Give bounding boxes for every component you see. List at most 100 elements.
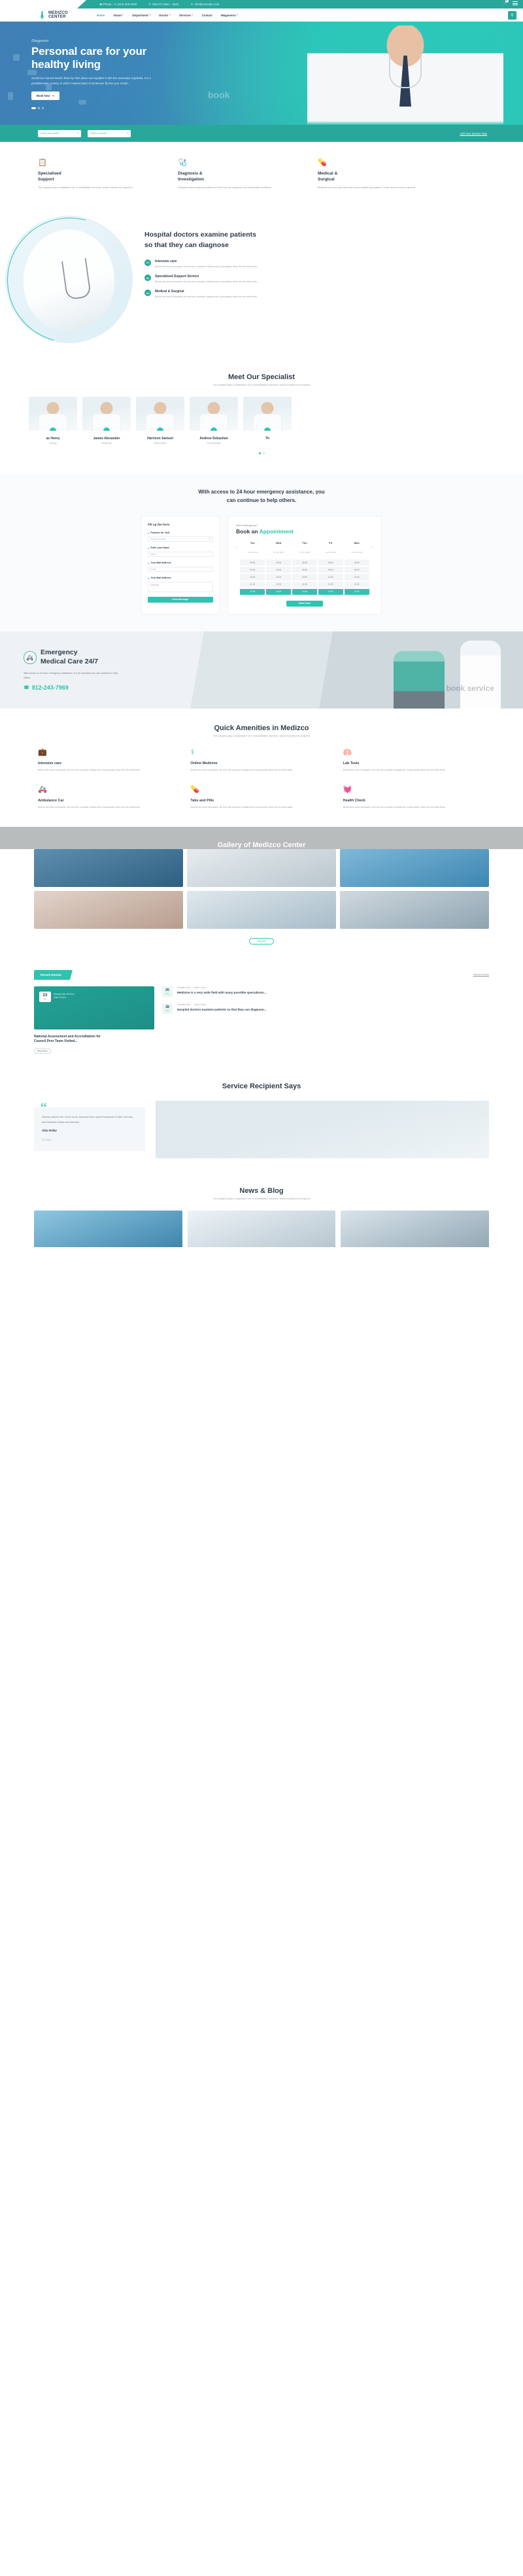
time-slot[interactable]: 11:30 [240, 581, 265, 588]
cart-icon[interactable]: 🛒 0 [503, 0, 509, 6]
time-slot-selected[interactable]: 12:30 [318, 588, 343, 595]
time-slot[interactable]: 12:00 [266, 581, 292, 588]
gallery-tile-nurse-with-patient[interactable] [340, 890, 489, 929]
time-slot[interactable]: 08:30 [292, 559, 317, 566]
time-slot[interactable]: 09:00 [266, 559, 292, 566]
service-card-medical-surgical[interactable]: 💊 Medical & Surgical Medicine is a very … [318, 159, 442, 190]
doctor-card[interactable]: + James Alexander Radiology [82, 397, 131, 444]
nav-item-doctor[interactable]: Doctor [159, 14, 171, 17]
gallery-view-all-button[interactable]: View All [249, 937, 274, 945]
doctor-card[interactable]: + as Henry rdiology [29, 397, 77, 444]
time-slot[interactable]: 08:30 [318, 559, 343, 566]
news-card[interactable] [187, 1210, 336, 1247]
amenity-tabs-and-pills[interactable]: 💊 Tabs and Pills Behind the word mountai… [190, 786, 332, 809]
time-slot[interactable]: 10:30 [318, 574, 343, 580]
hero-dot-1[interactable] [31, 107, 36, 109]
medical-kit-icon: 💊 [318, 159, 327, 167]
specialists-dot-1[interactable] [258, 452, 261, 455]
nav-item-contact[interactable]: Contact [201, 14, 212, 17]
featured-event-read-more-button[interactable]: Read More [34, 1048, 51, 1054]
search-name-input[interactable]: Enter your name [38, 129, 81, 137]
nav-item-department[interactable]: Department [132, 14, 151, 17]
search-icon[interactable]: ⚲ [508, 11, 516, 20]
specialists-pagination[interactable] [0, 452, 523, 455]
news-card[interactable] [341, 1210, 489, 1247]
plus-icon[interactable]: + [50, 427, 56, 431]
send-message-button[interactable]: Send Message [148, 596, 213, 603]
chevron-right-icon[interactable]: › [372, 541, 373, 550]
hero-dot-3[interactable] [42, 107, 44, 109]
doctor-card[interactable]: + Andrew Sebastian Dermatologist [190, 397, 238, 444]
gallery-tile-surgeons-operating[interactable] [34, 848, 183, 887]
doctor-card[interactable]: + Th [243, 397, 292, 444]
add-service-link[interactable]: Add Your Service Now [460, 132, 487, 135]
event-list-item[interactable]: 26 Sep Charlotte Hall 10am to 3pm Medici… [162, 986, 489, 997]
time-slot[interactable]: 11:30 [318, 581, 343, 588]
email-input[interactable]: Email [148, 566, 213, 572]
amenity-health-check[interactable]: 💓 Health Check Behind the word mountains… [343, 786, 485, 809]
time-slot[interactable]: 10:30 [292, 574, 317, 580]
name-input[interactable]: Name [148, 551, 213, 557]
time-slot[interactable]: 09:30 [292, 567, 317, 573]
featured-event[interactable]: 23 Sep Sharing Hall, 9th Floor 10am to 2… [34, 986, 154, 1054]
time-slot-selected[interactable]: 12:30 [344, 588, 369, 595]
time-slot[interactable]: 11:30 [344, 581, 369, 588]
amenity-lab-tests[interactable]: 🫁 Lab Tests Behind the word mountains, f… [343, 748, 485, 772]
book-now-button[interactable]: Book Now [286, 600, 323, 607]
service-card-specialised-support[interactable]: 📋 Specialised Support The hospital plays… [38, 159, 162, 190]
hero-slider-dots[interactable] [31, 107, 44, 109]
plus-icon[interactable]: + [103, 427, 110, 431]
gallery-tile-blue-gloved-hands[interactable] [340, 848, 489, 887]
brand-logo[interactable]: MEDIZCO CENTER [38, 10, 68, 20]
nav-links: Home About Department Doctor Services Co… [97, 14, 239, 17]
time-slot[interactable]: 09:30 [240, 567, 265, 573]
time-slot[interactable]: 10:30 [240, 574, 265, 580]
topbar-phone[interactable]: ☎ Phone: +1 (212) 305-2500 [99, 3, 137, 6]
time-slot-selected[interactable]: 12:30 [292, 588, 317, 595]
nav-item-megamenu[interactable]: Megamenu [221, 14, 239, 17]
time-slot-selected[interactable]: 13:00 [266, 588, 292, 595]
chevron-left-icon[interactable]: ‹ [236, 541, 237, 550]
time-slot[interactable]: 08:30 [344, 559, 369, 566]
time-slot[interactable]: 10:00 [266, 567, 292, 573]
gallery-tile-patient-arm-examination[interactable] [187, 848, 336, 887]
nav-item-about[interactable]: About [113, 14, 124, 17]
testimonial-author: Alda Stellar US Citizen [42, 1129, 137, 1144]
plus-icon[interactable]: + [264, 427, 271, 431]
hero-book-now-button[interactable]: Book Now ➞ [31, 92, 59, 101]
time-slot[interactable]: 08:30 [240, 559, 265, 566]
testimonial-author-name: Alda Stellar [42, 1129, 58, 1133]
service-card-diagnosis-investigation[interactable]: 🩺 Diagnosis & Investigation Hospital doc… [178, 159, 302, 190]
plus-icon[interactable]: + [211, 427, 217, 431]
specialists-dot-2[interactable] [262, 452, 265, 455]
time-slot[interactable]: 11:00 [266, 574, 292, 580]
doctor-card[interactable]: + Harrison Samuel Anaesthetics [136, 397, 184, 444]
examine-item-specialised-support: 02 Specialised Support Service Behind th… [144, 275, 493, 284]
news-card[interactable] [34, 1210, 182, 1247]
emergency-title-line-2: Medical Care 24/7 [41, 658, 99, 666]
hero-dot-2[interactable] [38, 107, 40, 109]
time-slot[interactable]: 11:30 [292, 581, 317, 588]
time-slot[interactable]: 09:30 [344, 567, 369, 573]
plus-icon[interactable]: + [157, 427, 163, 431]
gallery-tile-doctor-with-tablet[interactable] [187, 890, 336, 929]
view-all-events-link[interactable]: View All Events [473, 973, 489, 976]
event-list-item[interactable]: 28 Sep Charlotte Hall 10am to 3pm Hospit… [162, 1003, 489, 1014]
hamburger-icon[interactable] [513, 1, 518, 7]
nav-item-services[interactable]: Services [179, 14, 194, 17]
search-doctor-select[interactable]: Select a doctor [88, 129, 131, 137]
emergency-title-line-1: Emergency [41, 648, 78, 657]
recent-events-tab[interactable]: Recent Events [34, 969, 68, 980]
time-slot[interactable]: 09:30 [318, 567, 343, 573]
amenity-ambulance-car[interactable]: 🚑 Ambulance Car Behind the word mountain… [38, 786, 180, 809]
time-slot-selected[interactable]: 12:30 [240, 588, 265, 595]
time-slot[interactable]: 10:30 [344, 574, 369, 580]
nav-item-home[interactable]: Home [97, 14, 105, 17]
amenity-intensive-care[interactable]: 💼 Intensive care Behind the word mountai… [38, 748, 180, 772]
purpose-select[interactable]: Select a Service [148, 536, 213, 542]
topbar-email[interactable]: ✉ info@example.com [191, 3, 220, 6]
gallery-tile-child-patient-checkup[interactable] [34, 890, 183, 929]
message-textarea[interactable]: Message [148, 581, 213, 592]
amenity-online-medicine[interactable]: ⚕ Online Medicine Behind the word mounta… [190, 748, 332, 772]
emergency-phone[interactable]: ☎ 812-243-7969 [24, 684, 167, 691]
